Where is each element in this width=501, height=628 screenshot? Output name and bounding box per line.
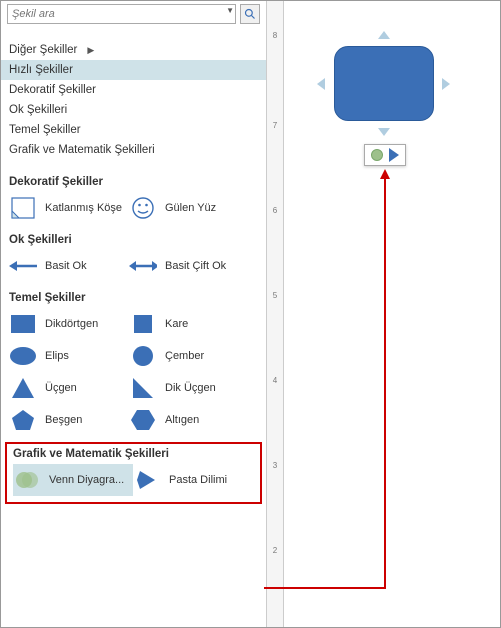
shape-label: Dik Üçgen: [165, 382, 216, 394]
shape-right-triangle[interactable]: Dik Üçgen: [129, 372, 249, 404]
pie-slice-mini-icon[interactable]: [389, 148, 399, 162]
shape-label: Katlanmış Köşe: [45, 202, 122, 214]
pentagon-icon: [9, 408, 37, 432]
autoconnect-down-icon[interactable]: [378, 128, 390, 136]
autoconnect-right-icon[interactable]: [442, 78, 450, 90]
callout-arrow-vertical: [384, 179, 386, 589]
section-basic: Temel Şekiller Dikdörtgen Kare Elips Çem…: [1, 286, 266, 440]
ruler-tick: 2: [267, 546, 283, 555]
category-label: Dekoratif Şekiller: [9, 84, 96, 96]
venn-icon: [13, 468, 41, 492]
square-icon: [129, 312, 157, 336]
shape-folded-corner[interactable]: Katlanmış Köşe: [9, 192, 129, 224]
shape-triangle[interactable]: Üçgen: [9, 372, 129, 404]
shape-simple-arrow[interactable]: Basit Ok: [9, 250, 129, 282]
category-label: Grafik ve Matematik Şekilleri: [9, 144, 155, 156]
smiley-icon: [129, 196, 157, 220]
shape-label: Basit Ok: [45, 260, 87, 272]
ruler-tick: 8: [267, 31, 283, 40]
chevron-right-icon: ▶: [87, 45, 94, 56]
shape-label: Venn Diyagra...: [49, 474, 124, 486]
category-arrows[interactable]: Ok Şekilleri: [1, 100, 266, 120]
category-label: Ok Şekilleri: [9, 104, 67, 116]
shape-rectangle[interactable]: Dikdörtgen: [9, 308, 129, 340]
callout-arrow-head-icon: [380, 169, 390, 179]
search-box: ▼: [7, 4, 236, 24]
right-triangle-icon: [129, 376, 157, 400]
ruler-tick: 5: [267, 291, 283, 300]
category-list: Diğer Şekiller ▶ Hızlı Şekiller Dekorati…: [1, 40, 266, 160]
shape-grid: Dikdörtgen Kare Elips Çember Üçgen: [9, 308, 258, 436]
search-input[interactable]: [7, 4, 236, 24]
app-window: ▼ Diğer Şekiller ▶ Hızlı Şekiller Dekora…: [0, 0, 501, 628]
ellipse-icon: [9, 344, 37, 368]
rounded-rectangle-shape[interactable]: [334, 46, 434, 121]
shape-mini-toolbar[interactable]: [364, 144, 406, 166]
shape-label: Altıgen: [165, 414, 199, 426]
shape-pie-slice[interactable]: Pasta Dilimi: [133, 464, 253, 496]
shape-label: Gülen Yüz: [165, 202, 216, 214]
category-math[interactable]: Grafik ve Matematik Şekilleri: [1, 140, 266, 160]
shape-label: Dikdörtgen: [45, 318, 98, 330]
section-math-highlighted: Grafik ve Matematik Şekilleri Venn Diyag…: [5, 442, 262, 504]
rectangle-icon: [9, 312, 37, 336]
shape-label: Beşgen: [45, 414, 82, 426]
category-label: Hızlı Şekiller: [9, 64, 73, 76]
section-title: Grafik ve Matematik Şekilleri: [13, 448, 254, 460]
hexagon-icon: [129, 408, 157, 432]
triangle-icon: [9, 376, 37, 400]
category-label: Diğer Şekiller: [9, 44, 77, 56]
ruler-tick: 3: [267, 461, 283, 470]
search-dropdown-icon[interactable]: ▼: [226, 6, 234, 15]
autoconnect-up-icon[interactable]: [378, 31, 390, 39]
shape-smiley[interactable]: Gülen Yüz: [129, 192, 249, 224]
section-decorative: Dekoratif Şekiller Katlanmış Köşe Gülen …: [1, 170, 266, 228]
category-label: Temel Şekiller: [9, 124, 81, 136]
shape-grid: Katlanmış Köşe Gülen Yüz: [9, 192, 258, 224]
shape-square[interactable]: Kare: [129, 308, 249, 340]
shapes-pane: ▼ Diğer Şekiller ▶ Hızlı Şekiller Dekora…: [1, 1, 266, 627]
shape-grid: Venn Diyagra... Pasta Dilimi: [13, 464, 254, 496]
venn-mini-icon[interactable]: [371, 149, 383, 161]
category-other[interactable]: Diğer Şekiller ▶: [1, 40, 266, 60]
simple-arrow-icon: [9, 254, 37, 278]
category-decorative[interactable]: Dekoratif Şekiller: [1, 80, 266, 100]
drawing-canvas[interactable]: [284, 1, 500, 627]
category-quick[interactable]: Hızlı Şekiller: [1, 60, 266, 80]
double-arrow-icon: [129, 254, 157, 278]
circle-icon: [129, 344, 157, 368]
section-arrows: Ok Şekilleri Basit Ok Basit Çift Ok: [1, 228, 266, 286]
callout-arrow-horizontal: [264, 587, 384, 589]
autoconnect-left-icon[interactable]: [317, 78, 325, 90]
shape-ellipse[interactable]: Elips: [9, 340, 129, 372]
section-title: Ok Şekilleri: [9, 234, 258, 246]
shape-label: Çember: [165, 350, 204, 362]
ruler-tick: 4: [267, 376, 283, 385]
vertical-ruler: 8 7 6 5 4 3 2: [266, 1, 284, 627]
shape-circle[interactable]: Çember: [129, 340, 249, 372]
shape-label: Pasta Dilimi: [169, 474, 227, 486]
ruler-tick: 6: [267, 206, 283, 215]
shape-hexagon[interactable]: Altıgen: [129, 404, 249, 436]
shape-label: Kare: [165, 318, 188, 330]
shape-label: Basit Çift Ok: [165, 260, 226, 272]
pie-slice-icon: [133, 468, 161, 492]
shape-label: Üçgen: [45, 382, 77, 394]
ruler-tick: 7: [267, 121, 283, 130]
shape-double-arrow[interactable]: Basit Çift Ok: [129, 250, 249, 282]
search-button[interactable]: [240, 4, 260, 24]
shape-venn[interactable]: Venn Diyagra...: [13, 464, 133, 496]
section-title: Temel Şekiller: [9, 292, 258, 304]
folded-corner-icon: [9, 196, 37, 220]
category-basic[interactable]: Temel Şekiller: [1, 120, 266, 140]
search-icon: [244, 8, 256, 20]
section-title: Dekoratif Şekiller: [9, 176, 258, 188]
shape-label: Elips: [45, 350, 69, 362]
shape-grid: Basit Ok Basit Çift Ok: [9, 250, 258, 282]
search-row: ▼: [1, 1, 266, 30]
shape-pentagon[interactable]: Beşgen: [9, 404, 129, 436]
